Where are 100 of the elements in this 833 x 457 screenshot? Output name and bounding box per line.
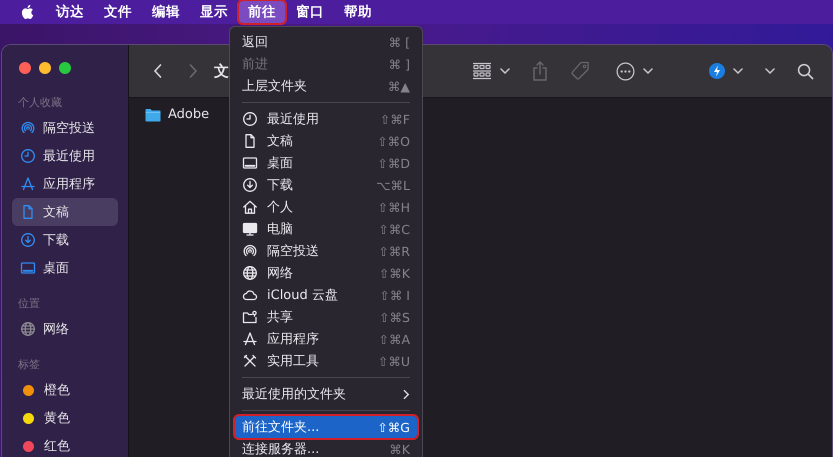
apple-logo-icon[interactable]: [20, 4, 34, 20]
menu-item-label: 前进: [242, 56, 268, 73]
sidebar-heading: 个人收藏: [17, 95, 63, 110]
shortcut-label: ⌘▲: [388, 78, 410, 94]
globe-icon: [242, 265, 258, 281]
menu-item-label: 文稿: [267, 133, 293, 150]
shortcut-label: ⇧⌘A: [378, 332, 410, 346]
menu-item[interactable]: 应用程序 ⇧⌘A: [235, 328, 417, 350]
chevron-down-icon[interactable]: [765, 68, 775, 74]
chevron-down-icon[interactable]: [500, 68, 510, 74]
app-store-icon: [242, 331, 258, 347]
sidebar-item[interactable]: 最近使用: [12, 142, 118, 170]
menu-item[interactable]: 实用工具 ⇧⌘U: [235, 350, 417, 372]
sidebar-item[interactable]: 隔空投送: [12, 114, 118, 142]
sidebar-item[interactable]: 橙色: [12, 376, 118, 404]
menu-item-label: 返回: [242, 34, 268, 51]
menu-bar-item[interactable]: 窗口: [287, 1, 333, 23]
menu-item[interactable]: 电脑 ⇧⌘C: [235, 218, 417, 240]
menu-item-label: 连接服务器...: [242, 441, 320, 457]
chevron-down-icon[interactable]: [733, 68, 743, 74]
menu-item[interactable]: 前往文件夹... ⇧⌘G: [235, 416, 417, 438]
shared-folder-icon: [242, 309, 258, 325]
file-name[interactable]: Adobe: [168, 107, 210, 122]
lightning-badge-icon[interactable]: [709, 63, 725, 79]
shortcut-label: ⇧⌘C: [378, 222, 410, 236]
window-title: 文: [214, 62, 229, 80]
menu-bar-item[interactable]: 帮助: [335, 1, 381, 23]
shortcut-label: ⌘ ]: [388, 56, 410, 72]
sidebar-item[interactable]: 黄色: [12, 404, 118, 432]
desktop-icon: [20, 260, 36, 276]
chevron-right-icon: [403, 388, 410, 400]
menu-item-label: 下载: [267, 177, 293, 194]
sidebar-item[interactable]: 红色: [12, 432, 118, 457]
shortcut-label: ⇧⌘R: [378, 244, 410, 258]
menu-item-label: 网络: [267, 265, 293, 282]
menu-item[interactable]: 下载 ⌥⌘L: [235, 174, 417, 196]
house-icon: [242, 199, 258, 215]
chevron-down-icon[interactable]: [643, 68, 653, 74]
menu-bar-item[interactable]: 编辑: [143, 1, 189, 23]
menu-item[interactable]: 最近使用的文件夹: [235, 383, 417, 405]
shortcut-label: ⇧⌘O: [377, 134, 410, 148]
shortcut-label: ⇧⌘H: [378, 200, 410, 214]
menu-item[interactable]: 隔空投送 ⇧⌘R: [235, 240, 417, 262]
menu-item-label: 实用工具: [267, 353, 319, 370]
shortcut-label: ⇧⌘G: [377, 420, 410, 434]
menu-item[interactable]: 桌面 ⇧⌘D: [235, 152, 417, 174]
menu-item[interactable]: 最近使用 ⇧⌘F: [235, 108, 417, 130]
menu-item[interactable]: 返回 ⌘ [: [235, 31, 417, 53]
sidebar-item[interactable]: 下载: [12, 226, 118, 254]
search-icon[interactable]: [797, 62, 814, 80]
menu-item-label: 前往文件夹...: [242, 419, 320, 436]
shortcut-label: ⇧⌘K: [378, 266, 410, 280]
menu-item-label: 最近使用: [267, 111, 319, 128]
app-store-icon: [20, 176, 36, 192]
clock-icon: [242, 111, 258, 127]
menu-item[interactable]: 文稿 ⇧⌘O: [235, 130, 417, 152]
menu-item-label: 桌面: [267, 155, 293, 172]
menu-item[interactable]: iCloud 云盘 ⇧⌘ I: [235, 284, 417, 306]
sidebar-item[interactable]: 桌面: [12, 254, 118, 282]
shortcut-label: ⌘ [: [388, 34, 410, 50]
globe-icon: [20, 321, 36, 337]
more-icon[interactable]: [616, 62, 635, 80]
shortcut-label: ⇧⌘F: [380, 112, 410, 126]
back-icon[interactable]: [152, 63, 164, 79]
sidebar-item[interactable]: 文稿: [12, 198, 118, 226]
monitor-icon: [242, 221, 258, 237]
menu-item-label: 上层文件夹: [242, 78, 307, 95]
menu-item[interactable]: 连接服务器... ⌘K: [235, 438, 417, 457]
menu-item[interactable]: 共享 ⇧⌘S: [235, 306, 417, 328]
sidebar-item[interactable]: 应用程序: [12, 170, 118, 198]
folder-icon[interactable]: [145, 108, 161, 122]
menu-bar-item[interactable]: 文件: [95, 1, 141, 23]
download-icon: [242, 177, 258, 193]
menu-item-label: 应用程序: [267, 331, 319, 348]
shortcut-label: ⇧⌘ I: [379, 288, 410, 302]
menu-item[interactable]: 上层文件夹 ⌘▲: [235, 75, 417, 97]
menu-item[interactable]: 网络 ⇧⌘K: [235, 262, 417, 284]
menu-item[interactable]: 个人 ⇧⌘H: [235, 196, 417, 218]
tools-icon: [242, 353, 258, 369]
menu-item-label: 共享: [267, 309, 293, 326]
sidebar-item[interactable]: 网络: [12, 315, 118, 343]
menu-bar-item[interactable]: 显示: [191, 1, 237, 23]
menu-item-label: 最近使用的文件夹: [242, 386, 346, 403]
menu-item-label: iCloud 云盘: [267, 287, 338, 304]
menu-item-label: 隔空投送: [267, 243, 319, 260]
menu-bar-item[interactable]: 访达: [47, 1, 93, 23]
icon-view-icon[interactable]: [472, 62, 492, 80]
sidebar-heading: 标签: [17, 357, 41, 372]
download-icon: [20, 232, 36, 248]
shortcut-label: ⌘K: [389, 442, 410, 456]
airdrop-icon: [242, 243, 258, 259]
shortcut-label: ⇧⌘D: [377, 156, 410, 170]
shortcut-label: ⇧⌘S: [379, 310, 410, 324]
sidebar-heading: 位置: [17, 296, 41, 311]
desktop-icon: [242, 155, 258, 171]
menu-item-label: 电脑: [267, 221, 293, 238]
clock-icon: [20, 148, 36, 164]
menu-item-label: 个人: [267, 199, 293, 216]
menu-bar-item[interactable]: 前往: [239, 1, 285, 23]
shortcut-label: ⇧⌘U: [378, 354, 410, 368]
